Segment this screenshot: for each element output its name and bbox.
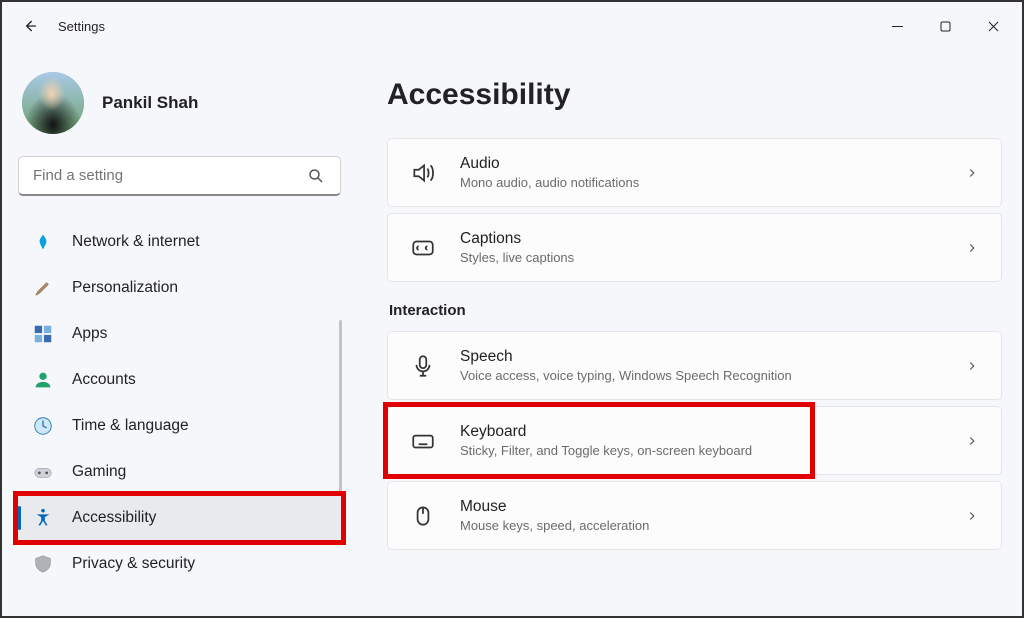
sidebar-item-label: Gaming [72, 463, 126, 481]
sidebar-item-label: Personalization [72, 279, 178, 297]
sidebar-item-apps[interactable]: Apps [18, 312, 341, 356]
sidebar-item-label: Apps [72, 325, 107, 343]
chevron-right-icon [965, 509, 979, 523]
sidebar-item-label: Network & internet [72, 233, 200, 251]
avatar [22, 72, 84, 134]
sidebar-nav: Network & internet Personalization Apps … [18, 220, 341, 586]
page-title: Accessibility [387, 78, 1002, 112]
app-title: Settings [58, 19, 105, 34]
keyboard-icon [410, 428, 436, 454]
card-subtitle: Mouse keys, speed, acceleration [460, 518, 941, 533]
sidebar-item-label: Privacy & security [72, 555, 195, 573]
gaming-icon [32, 461, 54, 483]
apps-icon [32, 323, 54, 345]
mouse-icon [410, 503, 436, 529]
profile-button[interactable]: Pankil Shah [18, 72, 341, 134]
chevron-right-icon [965, 359, 979, 373]
card-subtitle: Mono audio, audio notifications [460, 175, 941, 190]
sidebar-item-label: Time & language [72, 417, 189, 435]
chevron-right-icon [965, 166, 979, 180]
titlebar: Settings [2, 2, 1022, 50]
sidebar-item-accessibility[interactable]: Accessibility [18, 496, 341, 540]
card-title: Keyboard [460, 423, 941, 441]
minimize-button[interactable] [874, 10, 920, 42]
card-title: Mouse [460, 498, 941, 516]
chevron-right-icon [965, 434, 979, 448]
brush-icon [32, 277, 54, 299]
network-icon [32, 231, 54, 253]
sidebar-item-time-language[interactable]: Time & language [18, 404, 341, 448]
close-button[interactable] [970, 10, 1016, 42]
sidebar: Pankil Shah Network & internet Personali… [2, 50, 357, 616]
sidebar-item-network[interactable]: Network & internet [18, 220, 341, 264]
main-content: Accessibility Audio Mono audio, audio no… [357, 50, 1022, 616]
settings-card-audio[interactable]: Audio Mono audio, audio notifications [387, 138, 1002, 207]
card-subtitle: Sticky, Filter, and Toggle keys, on-scre… [460, 443, 941, 458]
captions-icon [410, 235, 436, 261]
sidebar-item-gaming[interactable]: Gaming [18, 450, 341, 494]
section-label-interaction: Interaction [389, 302, 1002, 319]
maximize-button[interactable] [922, 10, 968, 42]
settings-card-speech[interactable]: Speech Voice access, voice typing, Windo… [387, 331, 1002, 400]
settings-card-mouse[interactable]: Mouse Mouse keys, speed, acceleration [387, 481, 1002, 550]
sidebar-item-privacy[interactable]: Privacy & security [18, 542, 341, 586]
sidebar-item-personalization[interactable]: Personalization [18, 266, 341, 310]
card-title: Captions [460, 230, 941, 248]
back-button[interactable] [20, 16, 40, 36]
sidebar-item-accounts[interactable]: Accounts [18, 358, 341, 402]
user-name: Pankil Shah [102, 93, 198, 113]
search-icon [307, 167, 325, 185]
time-icon [32, 415, 54, 437]
audio-icon [410, 160, 436, 186]
card-title: Audio [460, 155, 941, 173]
chevron-right-icon [965, 241, 979, 255]
privacy-icon [32, 553, 54, 575]
accounts-icon [32, 369, 54, 391]
accessibility-icon [32, 507, 54, 529]
sidebar-item-label: Accounts [72, 371, 136, 389]
card-subtitle: Styles, live captions [460, 250, 941, 265]
settings-card-keyboard[interactable]: Keyboard Sticky, Filter, and Toggle keys… [387, 406, 1002, 475]
speech-icon [410, 353, 436, 379]
card-subtitle: Voice access, voice typing, Windows Spee… [460, 368, 941, 383]
card-title: Speech [460, 348, 941, 366]
search-input[interactable] [18, 156, 341, 196]
settings-card-captions[interactable]: Captions Styles, live captions [387, 213, 1002, 282]
sidebar-item-label: Accessibility [72, 509, 156, 527]
